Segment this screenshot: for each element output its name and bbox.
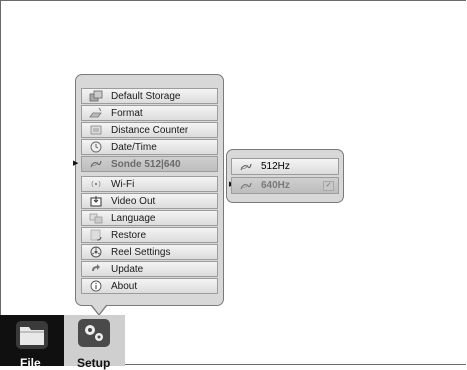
wifi-icon xyxy=(89,178,103,190)
menu-item-about[interactable]: About xyxy=(81,278,218,294)
menu-item-update[interactable]: Update xyxy=(81,261,218,277)
gear-icon xyxy=(78,319,110,347)
submenu-item-640hz[interactable]: 640Hz ✓ xyxy=(231,177,339,194)
clock-icon xyxy=(89,141,103,153)
submenu-item-label: 512Hz xyxy=(261,161,290,172)
checkmark-icon: ✓ xyxy=(323,181,334,191)
distance-counter-icon xyxy=(89,124,103,136)
menu-item-label: About xyxy=(111,280,138,292)
menu-item-label: Distance Counter xyxy=(111,124,189,136)
menu-item-label: Date/Time xyxy=(111,141,157,153)
info-icon xyxy=(89,280,103,292)
sonde-icon xyxy=(239,180,253,192)
menu-item-language[interactable]: Language xyxy=(81,210,218,226)
menu-item-label: Wi-Fi xyxy=(111,178,135,190)
format-icon xyxy=(89,107,103,119)
video-out-icon xyxy=(89,195,103,207)
setup-tab-label: Setup xyxy=(77,356,111,370)
menu-item-video-out[interactable]: Video Out xyxy=(81,193,218,209)
menu-item-label: Restore xyxy=(111,229,147,241)
menu-item-label: Language xyxy=(111,212,156,224)
menu-item-default-storage[interactable]: Default Storage xyxy=(81,88,218,104)
folder-icon xyxy=(16,321,48,349)
file-tab-label: File xyxy=(20,356,41,370)
menu-item-sonde[interactable]: Sonde 512|640 xyxy=(81,156,218,172)
menu-item-distance-counter[interactable]: Distance Counter xyxy=(81,122,218,138)
menu-item-label: Format xyxy=(111,107,143,119)
menu-item-label: Sonde 512|640 xyxy=(111,158,181,170)
menu-item-label: Default Storage xyxy=(111,90,181,102)
menu-item-wifi[interactable]: Wi-Fi xyxy=(81,176,218,192)
storage-icon xyxy=(89,90,103,102)
sonde-icon xyxy=(89,158,103,170)
menu-pointer xyxy=(92,305,106,314)
restore-icon xyxy=(89,229,103,241)
sonde-icon xyxy=(239,161,253,173)
selection-arrow-icon: ▶ xyxy=(73,160,79,167)
menu-item-format[interactable]: Format xyxy=(81,105,218,121)
submenu-item-512hz[interactable]: 512Hz xyxy=(231,158,339,175)
menu-item-reel-settings[interactable]: Reel Settings xyxy=(81,244,218,260)
submenu-item-label: 640Hz xyxy=(261,180,290,191)
menu-item-label: Video Out xyxy=(111,195,156,207)
setup-tab[interactable]: Setup xyxy=(64,315,125,370)
language-icon xyxy=(89,212,103,224)
reel-icon xyxy=(89,246,103,258)
menu-item-label: Reel Settings xyxy=(111,246,171,258)
menu-item-date-time[interactable]: Date/Time xyxy=(81,139,218,155)
menu-item-restore[interactable]: Restore xyxy=(81,227,218,243)
update-icon xyxy=(89,263,103,275)
file-tab[interactable]: File xyxy=(0,315,64,370)
menu-item-label: Update xyxy=(111,263,144,275)
